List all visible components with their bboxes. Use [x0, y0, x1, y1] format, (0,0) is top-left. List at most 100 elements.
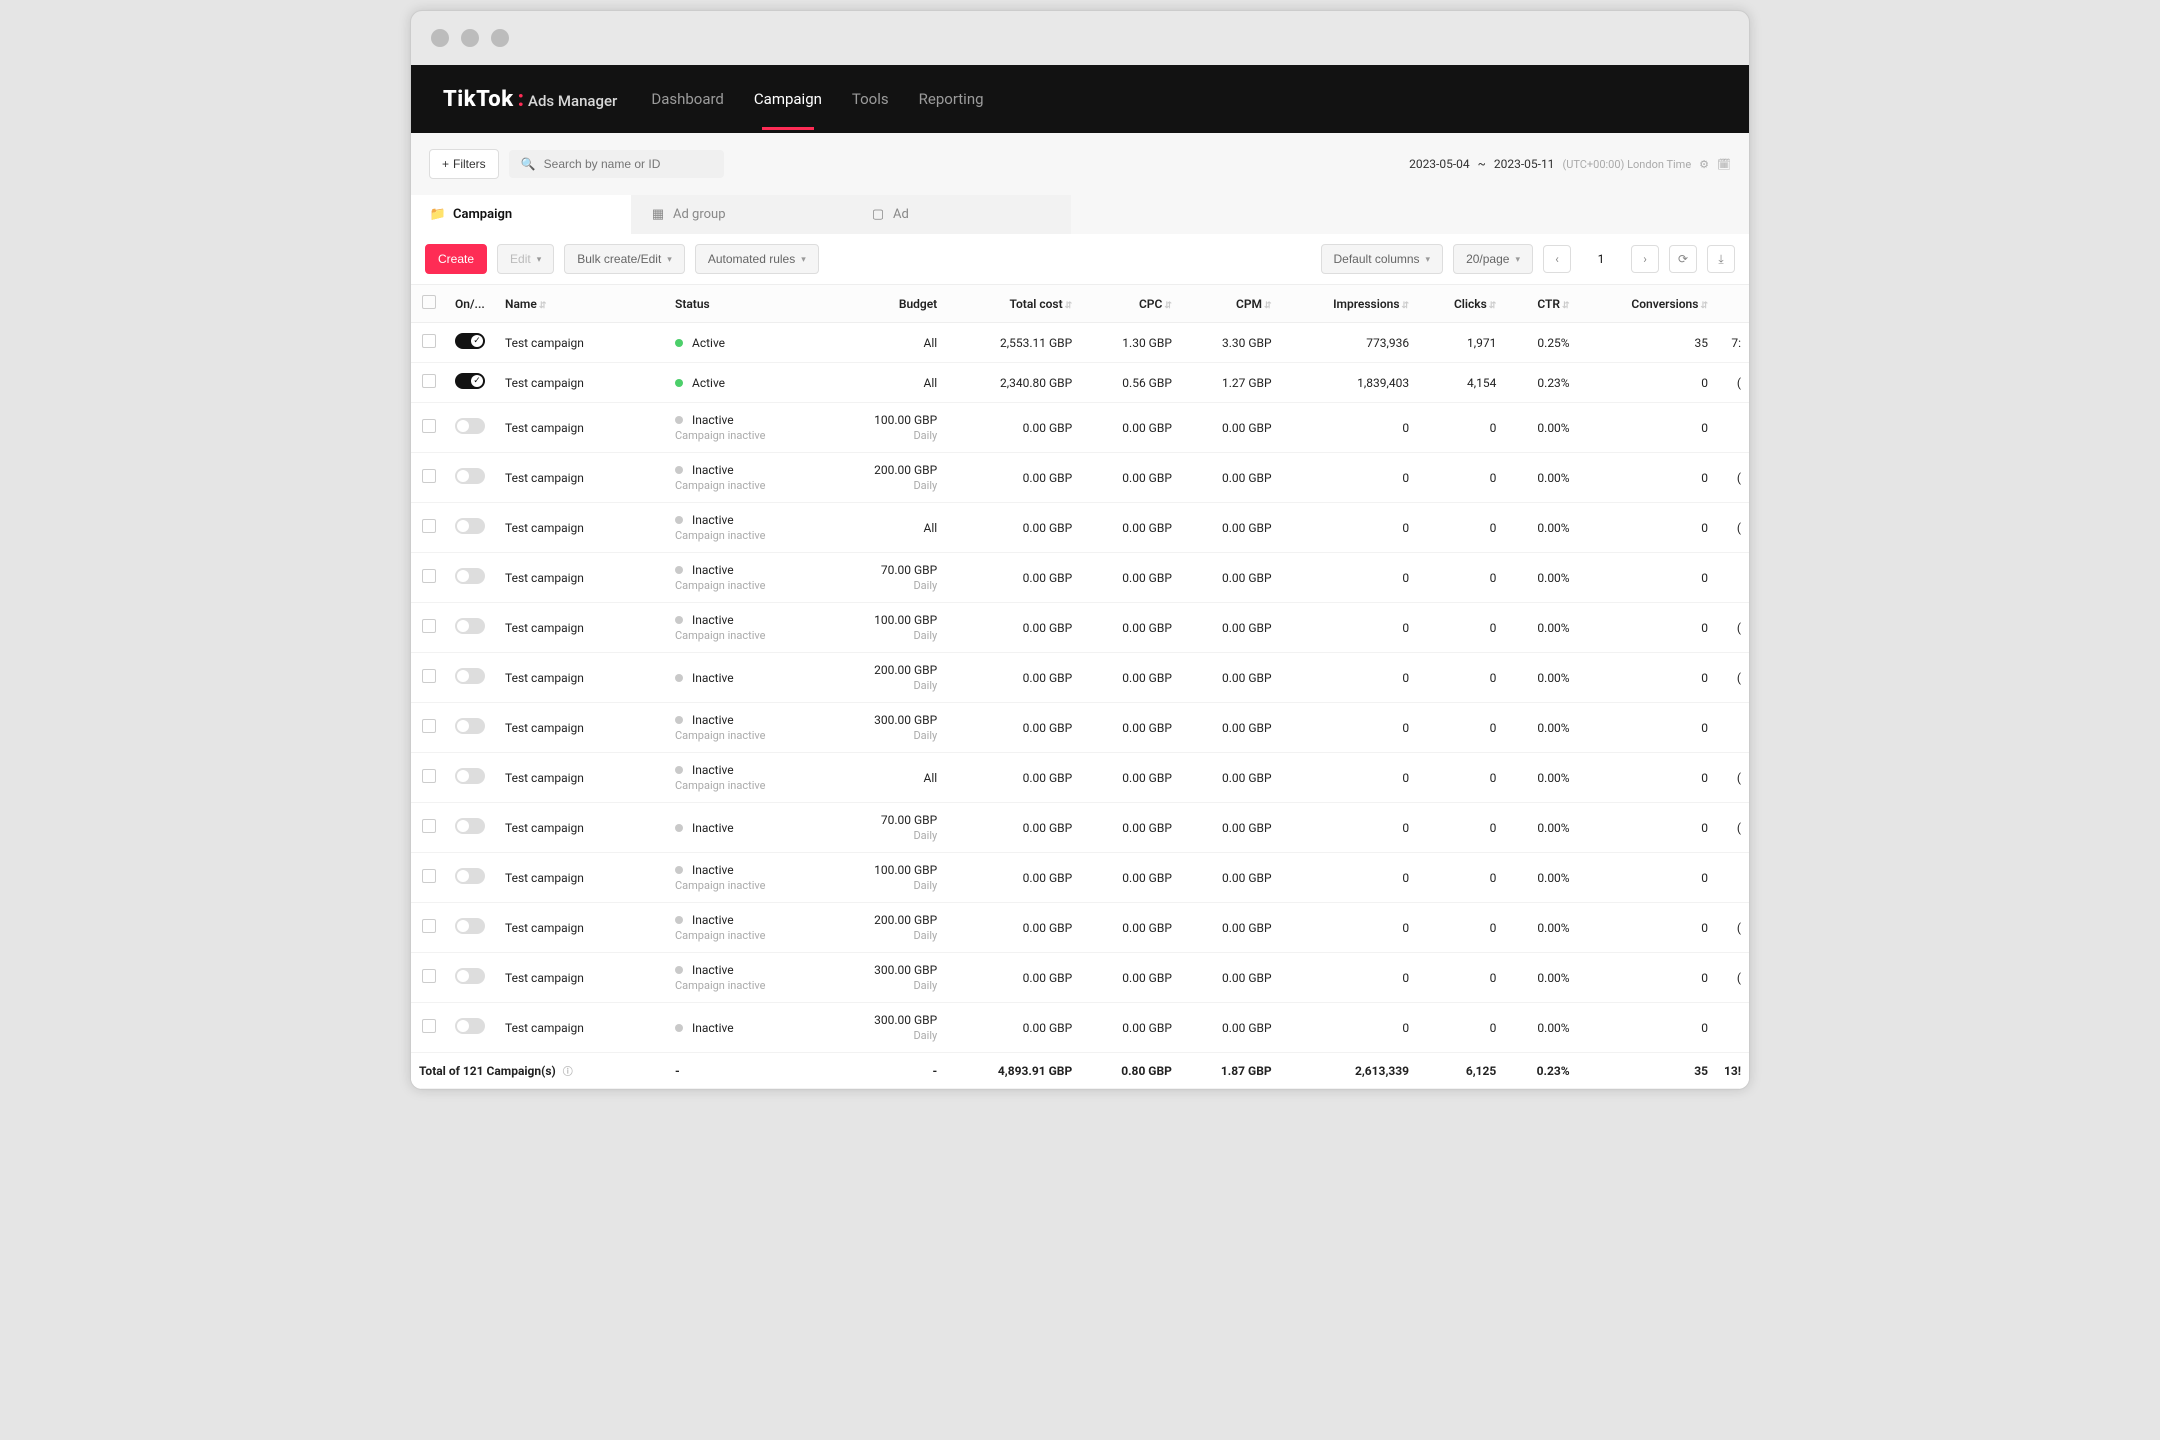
campaign-name[interactable]: Test campaign — [505, 671, 584, 685]
row-checkbox[interactable] — [422, 419, 436, 433]
campaign-name[interactable]: Test campaign — [505, 771, 584, 785]
row-toggle[interactable] — [455, 668, 485, 684]
campaign-name[interactable]: Test campaign — [505, 921, 584, 935]
row-checkbox[interactable] — [422, 569, 436, 583]
clicks-cell: 0 — [1417, 653, 1504, 703]
row-toggle[interactable] — [455, 568, 485, 584]
info-icon[interactable]: ⓘ — [563, 1067, 573, 1078]
col-onoff[interactable]: On/... — [447, 285, 497, 323]
row-toggle[interactable] — [455, 868, 485, 884]
col-status[interactable]: Status — [667, 285, 827, 323]
row-toggle[interactable] — [455, 468, 485, 484]
campaign-name[interactable]: Test campaign — [505, 521, 584, 535]
row-toggle[interactable] — [455, 768, 485, 784]
row-checkbox[interactable] — [422, 334, 436, 348]
traffic-light-close[interactable] — [431, 29, 449, 47]
row-toggle[interactable] — [455, 718, 485, 734]
date-range[interactable]: 2023-05-04 ~ 2023-05-11 (UTC+00:00) Lond… — [1409, 157, 1731, 171]
campaign-name[interactable]: Test campaign — [505, 571, 584, 585]
row-toggle[interactable] — [455, 373, 485, 389]
tab-ad[interactable]: ▢ Ad — [851, 195, 1071, 234]
overflow-cell — [1716, 703, 1749, 753]
campaign-name[interactable]: Test campaign — [505, 721, 584, 735]
col-cpc[interactable]: CPC⇵ — [1080, 285, 1180, 323]
row-checkbox[interactable] — [422, 374, 436, 388]
row-checkbox[interactable] — [422, 519, 436, 533]
nav-dashboard[interactable]: Dashboard — [651, 90, 724, 108]
campaign-name[interactable]: Test campaign — [505, 376, 584, 390]
tab-adgroup[interactable]: ▦ Ad group — [631, 195, 851, 234]
rules-button[interactable]: Automated rules ▾ — [695, 244, 819, 274]
budget-sub: Daily — [835, 979, 937, 992]
budget-sub: Daily — [835, 429, 937, 442]
filters-button[interactable]: + Filters — [429, 149, 499, 179]
campaign-name[interactable]: Test campaign — [505, 421, 584, 435]
row-checkbox[interactable] — [422, 469, 436, 483]
col-cpm[interactable]: CPM⇵ — [1180, 285, 1280, 323]
bulk-button[interactable]: Bulk create/Edit ▾ — [564, 244, 685, 274]
search-wrap[interactable]: 🔍 — [509, 150, 724, 178]
row-toggle[interactable] — [455, 1018, 485, 1034]
traffic-light-min[interactable] — [461, 29, 479, 47]
row-toggle[interactable] — [455, 518, 485, 534]
col-total-cost[interactable]: Total cost⇵ — [945, 285, 1080, 323]
nav-campaign[interactable]: Campaign — [754, 90, 822, 108]
col-conversions[interactable]: Conversions⇵ — [1578, 285, 1716, 323]
row-toggle[interactable] — [455, 968, 485, 984]
status-text: Inactive — [692, 513, 734, 527]
col-impressions[interactable]: Impressions⇵ — [1280, 285, 1417, 323]
row-toggle[interactable] — [455, 818, 485, 834]
totals-cost: 4,893.91 GBP — [945, 1053, 1080, 1089]
per-page-select[interactable]: 20/page ▾ — [1453, 244, 1533, 274]
columns-select[interactable]: Default columns ▾ — [1321, 244, 1444, 274]
browser-frame: TikTok: Ads Manager Dashboard Campaign T… — [410, 10, 1750, 1090]
row-checkbox[interactable] — [422, 869, 436, 883]
gear-icon[interactable]: ⚙ — [1699, 158, 1709, 171]
page-next[interactable]: › — [1631, 245, 1659, 273]
totals-clicks: 6,125 — [1417, 1053, 1504, 1089]
row-checkbox[interactable] — [422, 1019, 436, 1033]
nav-tools[interactable]: Tools — [852, 90, 889, 108]
campaign-name[interactable]: Test campaign — [505, 821, 584, 835]
campaign-name[interactable]: Test campaign — [505, 471, 584, 485]
campaign-name[interactable]: Test campaign — [505, 971, 584, 985]
edit-button[interactable]: Edit ▾ — [497, 244, 554, 274]
refresh-icon[interactable]: ⟳ — [1669, 245, 1697, 273]
budget-value: All — [924, 771, 938, 785]
traffic-light-max[interactable] — [491, 29, 509, 47]
create-button[interactable]: Create — [425, 244, 487, 274]
row-checkbox[interactable] — [422, 669, 436, 683]
conversions-cell: 0 — [1578, 953, 1716, 1003]
campaign-name[interactable]: Test campaign — [505, 336, 584, 350]
budget-sub: Daily — [835, 579, 937, 592]
clicks-cell: 0 — [1417, 503, 1504, 553]
row-toggle[interactable] — [455, 333, 485, 349]
col-clicks[interactable]: Clicks⇵ — [1417, 285, 1504, 323]
row-checkbox[interactable] — [422, 819, 436, 833]
search-input[interactable] — [544, 157, 712, 171]
nav-reporting[interactable]: Reporting — [919, 90, 984, 108]
col-ctr[interactable]: CTR⇵ — [1504, 285, 1577, 323]
cost-cell: 0.00 GBP — [945, 603, 1080, 653]
row-checkbox[interactable] — [422, 719, 436, 733]
tab-campaign[interactable]: 📁 Campaign — [411, 195, 631, 234]
clicks-cell: 4,154 — [1417, 363, 1504, 403]
col-name[interactable]: Name⇵ — [497, 285, 667, 323]
export-icon[interactable]: ⤓ — [1707, 245, 1735, 273]
overflow-cell: ( — [1716, 753, 1749, 803]
campaign-name[interactable]: Test campaign — [505, 621, 584, 635]
campaign-name[interactable]: Test campaign — [505, 1021, 584, 1035]
row-toggle[interactable] — [455, 918, 485, 934]
calendar-icon[interactable]: 🗓 — [1717, 158, 1731, 171]
row-toggle[interactable] — [455, 618, 485, 634]
select-all-checkbox[interactable] — [422, 295, 436, 309]
row-checkbox[interactable] — [422, 919, 436, 933]
page-prev[interactable]: ‹ — [1543, 245, 1571, 273]
row-toggle[interactable] — [455, 418, 485, 434]
campaign-name[interactable]: Test campaign — [505, 871, 584, 885]
row-checkbox[interactable] — [422, 769, 436, 783]
col-budget[interactable]: Budget — [827, 285, 945, 323]
row-checkbox[interactable] — [422, 969, 436, 983]
row-checkbox[interactable] — [422, 619, 436, 633]
search-icon: 🔍 — [521, 157, 536, 171]
